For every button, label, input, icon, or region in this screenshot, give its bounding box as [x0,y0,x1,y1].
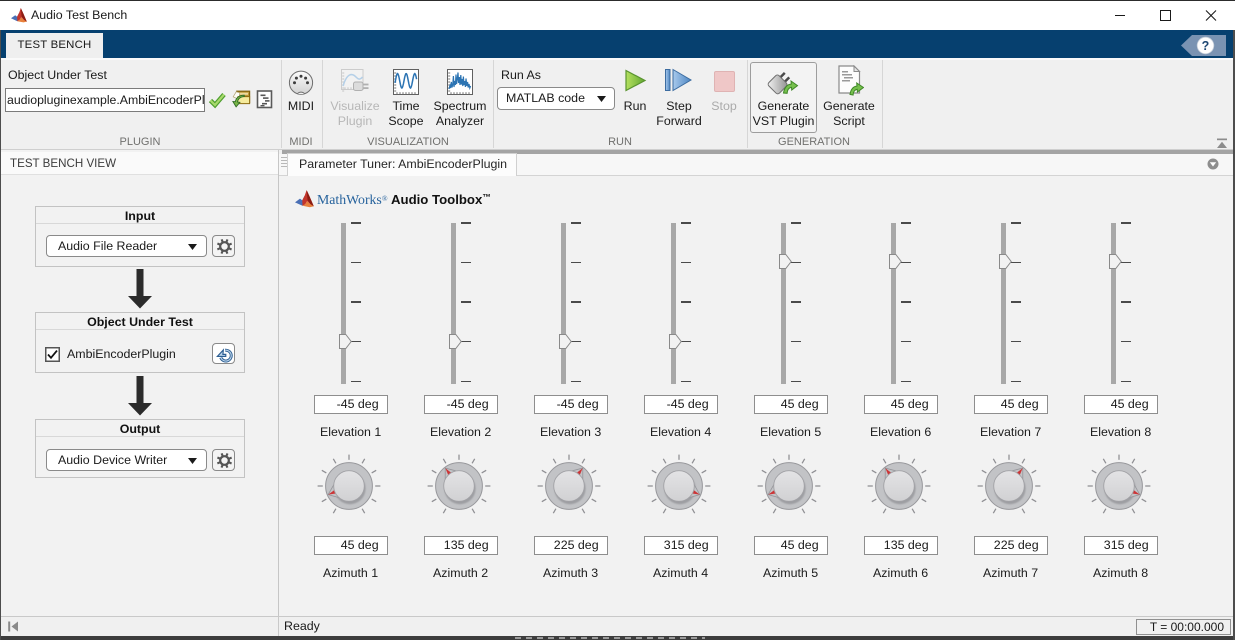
svg-text:?: ? [1202,39,1210,53]
